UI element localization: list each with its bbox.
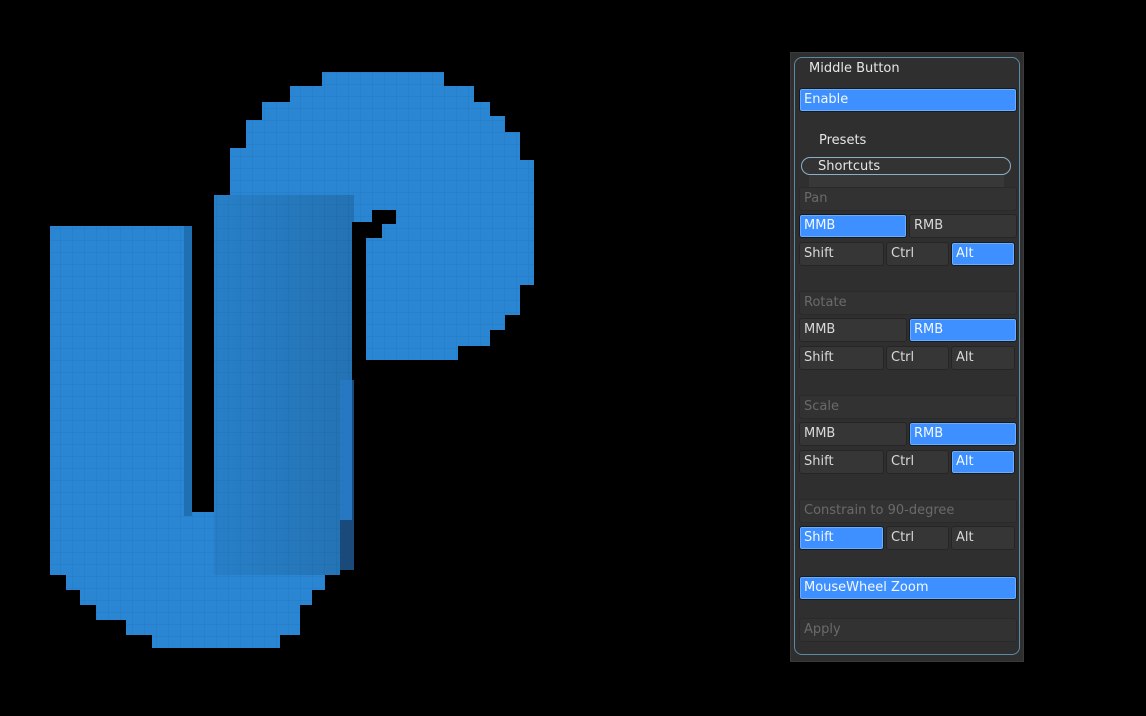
scale-rmb-button[interactable]: RMB: [909, 422, 1017, 446]
middle-button-panel: Middle Button Enable Presets Shortcuts P…: [790, 52, 1024, 662]
rotate-shift-button[interactable]: Shift: [799, 346, 884, 370]
scale-ctrl-button[interactable]: Ctrl: [886, 450, 949, 474]
apply-button[interactable]: Apply: [799, 618, 1017, 642]
rotate-rmb-button[interactable]: RMB: [909, 318, 1017, 342]
mousewheel-zoom-button[interactable]: MouseWheel Zoom: [799, 576, 1017, 600]
panel-title: Middle Button: [809, 61, 900, 76]
rotate-ctrl-button[interactable]: Ctrl: [886, 346, 949, 370]
shortcuts-button[interactable]: Shortcuts: [801, 157, 1011, 175]
constrain-ctrl-button[interactable]: Ctrl: [886, 526, 949, 550]
rotate-header: Rotate: [799, 291, 1017, 315]
voxel-s-shape: [50, 72, 534, 648]
presets-label[interactable]: Presets: [819, 133, 866, 148]
pan-ctrl-button[interactable]: Ctrl: [886, 242, 949, 266]
scale-alt-button[interactable]: Alt: [951, 450, 1015, 474]
constrain-shift-button[interactable]: Shift: [799, 526, 884, 550]
scale-shift-button[interactable]: Shift: [799, 450, 884, 474]
rotate-alt-button[interactable]: Alt: [951, 346, 1015, 370]
shortcuts-label: Shortcuts: [818, 159, 881, 174]
scale-mmb-button[interactable]: MMB: [799, 422, 907, 446]
pan-alt-button[interactable]: Alt: [951, 242, 1015, 266]
constrain-header: Constrain to 90-degree: [799, 499, 1017, 523]
pan-shift-button[interactable]: Shift: [799, 242, 884, 266]
pan-mmb-button[interactable]: MMB: [799, 214, 907, 238]
pan-rmb-button[interactable]: RMB: [909, 214, 1017, 238]
scale-header: Scale: [799, 395, 1017, 419]
enable-button[interactable]: Enable: [799, 88, 1017, 112]
constrain-alt-button[interactable]: Alt: [951, 526, 1015, 550]
3d-viewport[interactable]: [0, 0, 780, 716]
rotate-mmb-button[interactable]: MMB: [799, 318, 907, 342]
pan-header: Pan: [799, 187, 1017, 211]
